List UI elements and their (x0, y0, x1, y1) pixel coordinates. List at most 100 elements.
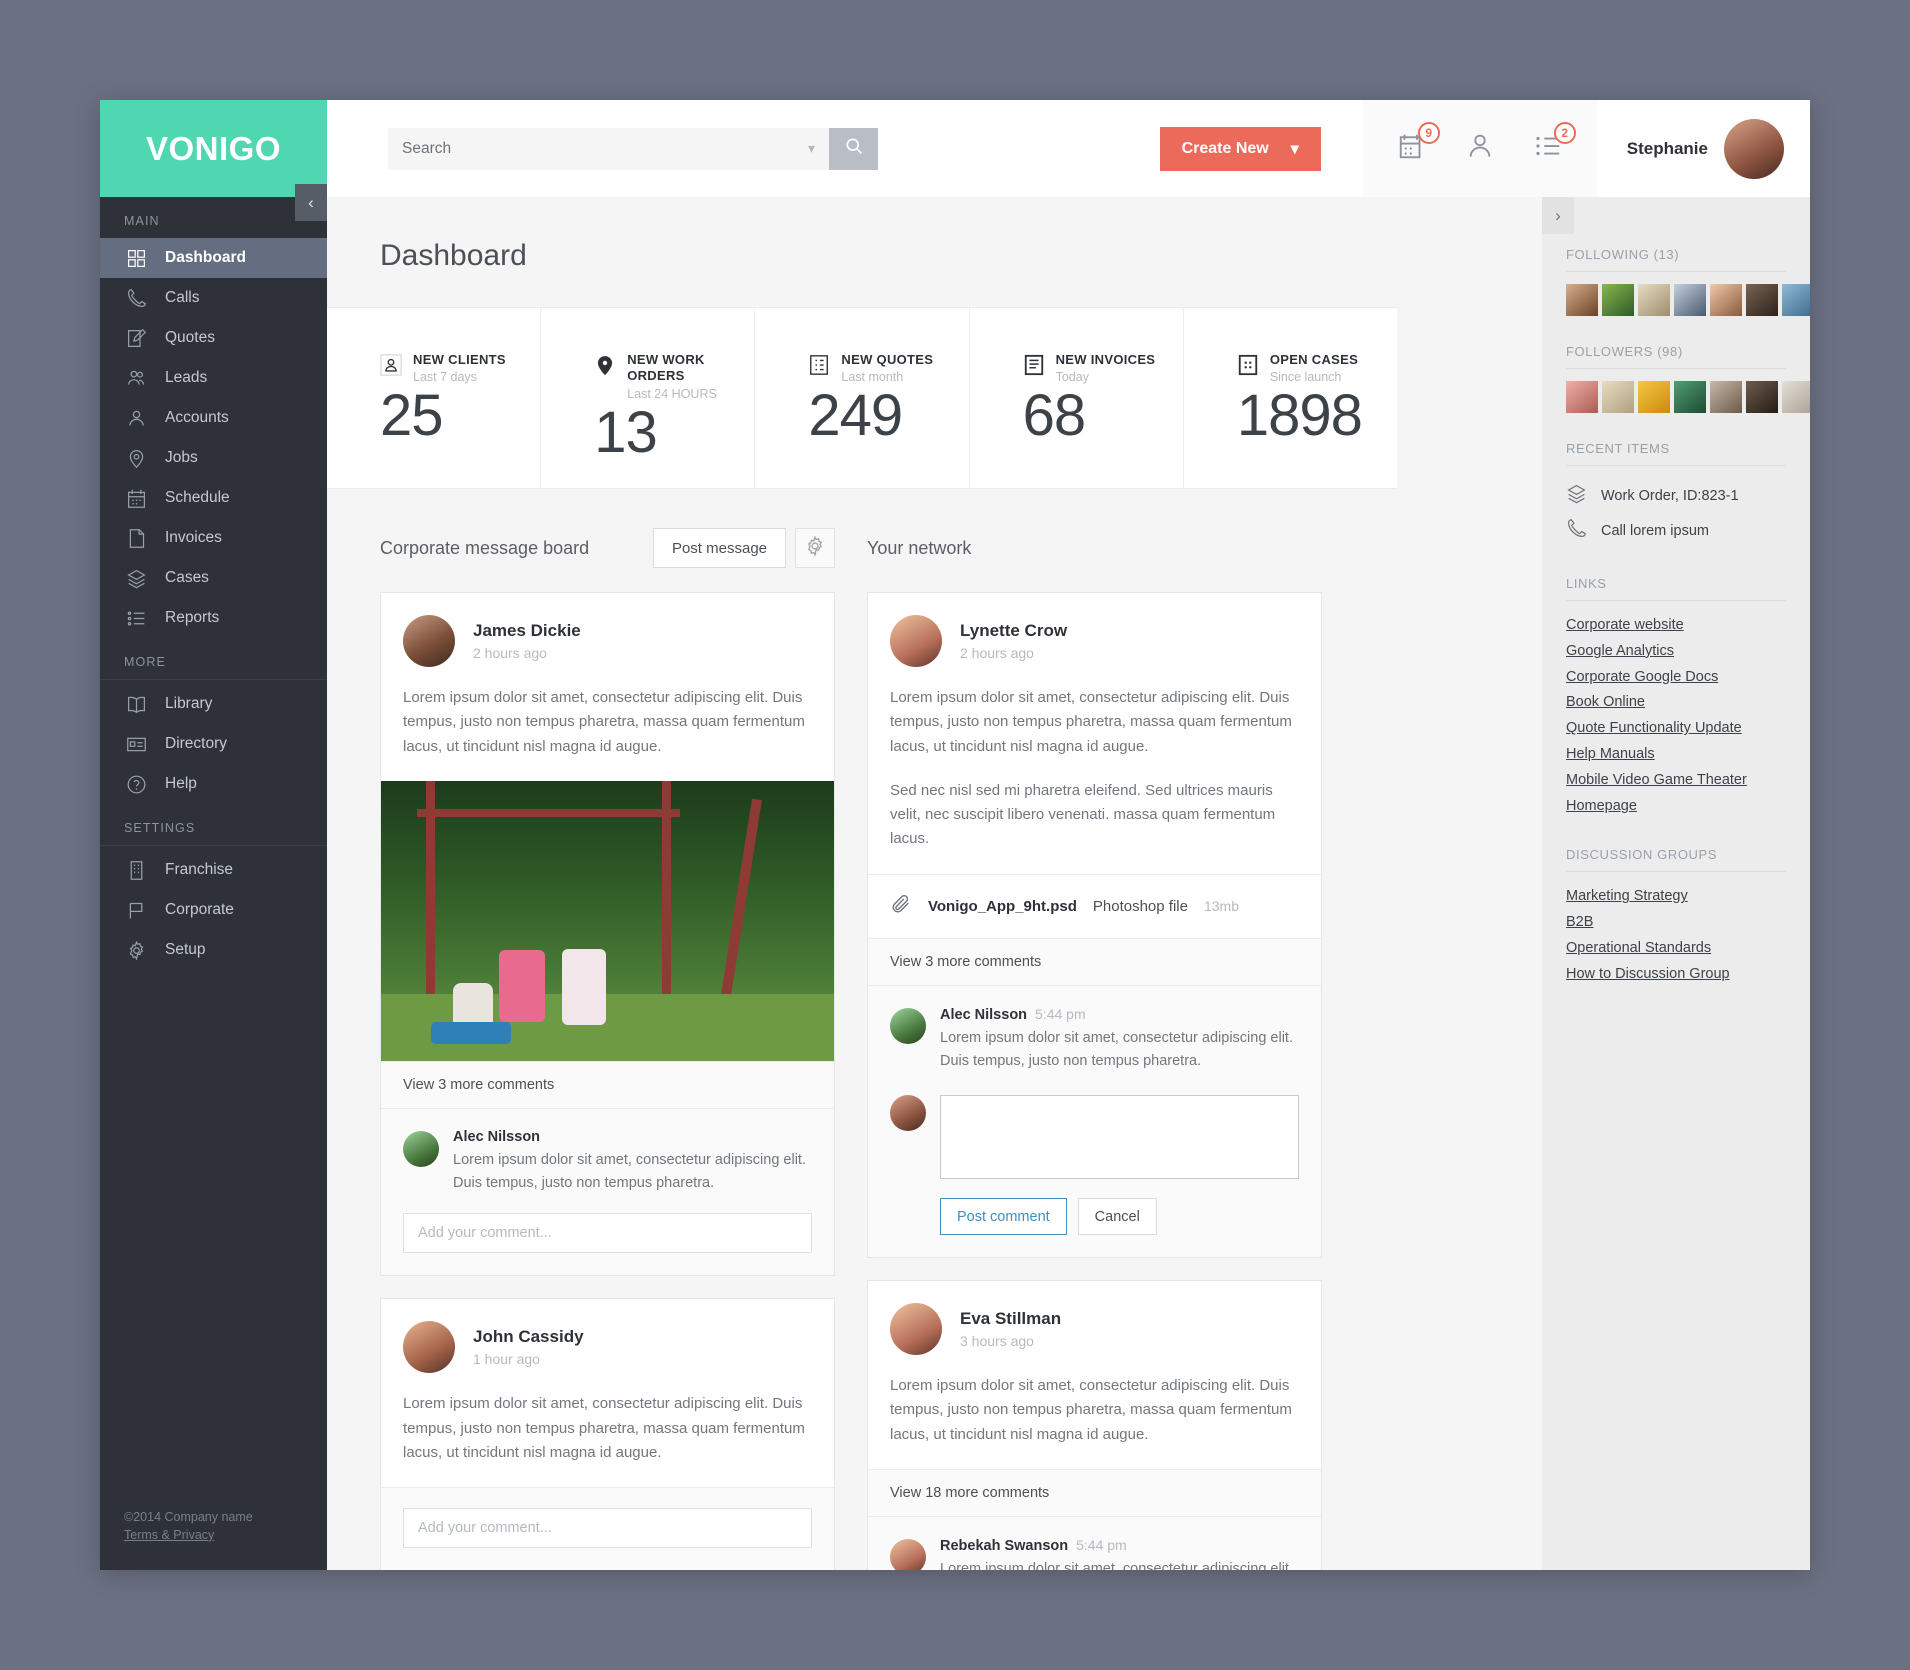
board-settings-button[interactable] (795, 528, 835, 568)
avatar[interactable] (1782, 284, 1810, 316)
view-more-comments-link[interactable]: View 3 more comments (868, 937, 1321, 986)
avatar[interactable] (1638, 381, 1670, 413)
app-logo[interactable]: VONIGO (100, 100, 327, 197)
stat-card-new-clients[interactable]: NEW CLIENTS Last 7 days 25 (327, 308, 542, 488)
link-item[interactable]: Corporate website (1566, 613, 1786, 639)
avatar[interactable] (1710, 284, 1742, 316)
client-icon (380, 354, 402, 376)
sidebar-item-jobs[interactable]: Jobs (100, 438, 327, 478)
post-comment-button[interactable]: Post comment (940, 1198, 1067, 1236)
sidebar-item-leads[interactable]: Leads (100, 358, 327, 398)
sidebar-item-cases[interactable]: Cases (100, 558, 327, 598)
avatar[interactable] (403, 615, 455, 667)
nav-group-label-more: MORE (100, 638, 327, 680)
avatar[interactable] (1746, 381, 1778, 413)
sidebar-item-label: Corporate (165, 901, 234, 918)
main-content: Dashboard NEW CLIENTS Last 7 days 25 NEW… (327, 197, 1397, 1570)
right-panel-toggle[interactable]: › (1542, 197, 1574, 234)
view-more-comments-link[interactable]: View 18 more comments (868, 1469, 1321, 1518)
link-item[interactable]: Book Online (1566, 690, 1786, 716)
logo-text: VONIGO (145, 129, 282, 167)
avatar[interactable] (1782, 381, 1810, 413)
sidebar-item-label: Invoices (165, 529, 222, 546)
stat-value: 249 (808, 383, 903, 449)
sidebar-item-reports[interactable]: Reports (100, 598, 327, 638)
avatar[interactable] (1566, 381, 1598, 413)
avatar[interactable] (1674, 381, 1706, 413)
stat-card-open-cases[interactable]: OPEN CASES Since launch 1898 (1184, 308, 1397, 488)
attachment-row[interactable]: Vonigo_App_9ht.psd Photoshop file 13mb (868, 873, 1321, 938)
sidebar-item-calls[interactable]: Calls (100, 278, 327, 318)
post-image[interactable] (381, 780, 834, 1061)
reply-textarea[interactable] (940, 1095, 1299, 1180)
link-item[interactable]: Help Manuals (1566, 742, 1786, 768)
link-item[interactable]: Quote Functionality Update (1566, 716, 1786, 742)
sidebar-item-label: Leads (165, 369, 208, 386)
dashboard-columns: Corporate message board Post message Jam… (327, 489, 1397, 1570)
link-item[interactable]: Corporate Google Docs (1566, 665, 1786, 691)
avatar[interactable] (890, 1007, 926, 1044)
discussion-group-item[interactable]: B2B (1566, 910, 1786, 936)
avatar[interactable] (890, 1095, 926, 1132)
sidebar-collapse-toggle[interactable]: ‹ (295, 184, 327, 221)
sidebar-item-franchise[interactable]: Franchise (100, 850, 327, 890)
search-input[interactable] (402, 139, 800, 158)
tasks-button[interactable]: 2 (1533, 122, 1576, 166)
sidebar-item-setup[interactable]: Setup (100, 930, 327, 970)
sidebar-item-corporate[interactable]: Corporate (100, 890, 327, 930)
stat-card-new-work-orders[interactable]: NEW WORK ORDERS Last 24 HOURS 13 (541, 308, 756, 488)
sidebar-item-schedule[interactable]: Schedule (100, 478, 327, 518)
page-title: Dashboard (380, 239, 527, 272)
sidebar-item-help[interactable]: Help (100, 764, 327, 804)
avatar[interactable] (1724, 118, 1784, 179)
search-button[interactable] (829, 127, 878, 170)
sidebar-item-label: Cases (165, 569, 209, 586)
avatar[interactable] (1602, 284, 1634, 316)
cancel-comment-button[interactable]: Cancel (1077, 1198, 1157, 1236)
avatar[interactable] (1602, 381, 1634, 413)
chevron-down-icon[interactable]: ▾ (800, 140, 815, 157)
sidebar-item-directory[interactable]: Directory (100, 724, 327, 764)
link-item[interactable]: Mobile Video Game Theater Homepage (1566, 768, 1786, 820)
avatar[interactable] (890, 1539, 926, 1570)
post-body: Lorem ipsum dolor sit amet, consectetur … (890, 1377, 1292, 1443)
discussion-group-item[interactable]: Marketing Strategy (1566, 884, 1786, 910)
avatar[interactable] (1638, 284, 1670, 316)
sidebar-item-library[interactable]: Library (100, 684, 327, 724)
stat-card-new-invoices[interactable]: NEW INVOICES Today 68 (970, 308, 1184, 488)
view-more-comments-link[interactable]: View 3 more comments (381, 1060, 834, 1109)
post-author: Lynette Crow (960, 621, 1068, 640)
avatar[interactable] (1710, 381, 1742, 413)
avatar[interactable] (403, 1130, 439, 1167)
post-message-button[interactable]: Post message (652, 528, 786, 568)
recent-item-call[interactable]: Call lorem ipsum (1566, 513, 1786, 548)
link-item[interactable]: Google Analytics (1566, 639, 1786, 665)
user-menu[interactable]: Stephanie (1597, 118, 1810, 179)
avatar[interactable] (1746, 284, 1778, 316)
sidebar-item-dashboard[interactable]: Dashboard (100, 238, 327, 278)
profile-button[interactable] (1465, 131, 1495, 166)
sidebar-item-label: Dashboard (165, 249, 246, 266)
discussion-group-item[interactable]: Operational Standards (1566, 936, 1786, 962)
stat-card-new-quotes[interactable]: NEW QUOTES Last month 249 (755, 308, 970, 488)
comment-item: Alec Nilsson 5:44 pm Lorem ipsum dolor si… (890, 1006, 1299, 1073)
post-body: Lorem ipsum dolor sit amet, consectetur … (868, 667, 1321, 874)
avatar[interactable] (1566, 284, 1598, 316)
comment-item: Alec Nilsson Lorem ipsum dolor sit amet,… (403, 1129, 812, 1195)
avatar[interactable] (1674, 284, 1706, 316)
avatar[interactable] (403, 1321, 455, 1374)
add-comment-input[interactable] (403, 1213, 812, 1254)
discussion-group-item[interactable]: How to Discussion Group (1566, 962, 1786, 988)
avatar[interactable] (890, 1303, 942, 1356)
terms-privacy-link[interactable]: Terms & Privacy (124, 1526, 253, 1544)
avatar[interactable] (890, 615, 942, 667)
user-icon (124, 406, 148, 430)
calendar-add-button[interactable]: 9 (1397, 122, 1440, 166)
sidebar-item-quotes[interactable]: Quotes (100, 318, 327, 358)
sidebar-item-accounts[interactable]: Accounts (100, 398, 327, 438)
search-field[interactable]: ▾ (388, 127, 829, 170)
create-new-button[interactable]: Create New ▾ (1159, 126, 1321, 171)
sidebar-item-invoices[interactable]: Invoices (100, 518, 327, 558)
recent-item-work-order[interactable]: Work Order, ID:823-1 (1566, 478, 1786, 513)
add-comment-input[interactable] (403, 1508, 812, 1549)
